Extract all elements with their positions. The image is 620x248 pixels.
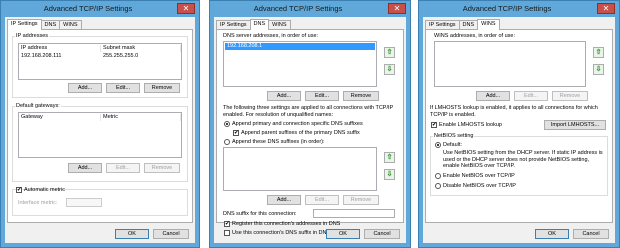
cancel-button[interactable]: Cancel [573, 229, 609, 239]
dns-suffix-label: DNS suffix for this connection: [223, 211, 297, 217]
gateway-list[interactable]: Gateway Metric [18, 112, 182, 158]
ip-remove-button[interactable]: Remove [144, 83, 180, 93]
column-subnet-mask[interactable]: Subnet mask [101, 45, 181, 52]
dialog-footer: OK Cancel [5, 227, 195, 241]
close-button[interactable]: ✕ [388, 3, 406, 14]
import-lmhosts-button[interactable]: Import LMHOSTS... [544, 120, 606, 130]
dns-suffix-list[interactable] [223, 147, 377, 191]
append-these-radio[interactable] [224, 139, 230, 145]
gateway-add-button[interactable]: Add... [68, 163, 102, 173]
dialog-footer: OK Cancel [214, 227, 406, 241]
move-down-icon[interactable]: ⇩ [384, 64, 395, 75]
dialog-dns: Advanced TCP/IP Settings ✕ IP Settings D… [209, 0, 411, 248]
tab-panel: DNS server addresses, in order of use: 1… [216, 29, 404, 236]
move-down-icon[interactable]: ⇩ [593, 64, 604, 75]
suffix-move-down-icon[interactable]: ⇩ [384, 169, 395, 180]
suffix-add-button[interactable]: Add... [267, 195, 301, 205]
netbios-default-label: Default: [443, 142, 462, 148]
suffix-edit-button[interactable]: Edit... [305, 195, 339, 205]
interface-metric-label: Interface metric: [18, 200, 58, 206]
suffix-remove-button[interactable]: Remove [343, 195, 379, 205]
append-these-label: Append these DNS suffixes (in order): [232, 139, 325, 145]
gateways-title: Default gateways: [15, 103, 61, 109]
wins-add-button[interactable]: Add... [476, 91, 510, 101]
lmhosts-info-text: If LMHOSTS lookup is enabled, it applies… [430, 105, 598, 118]
dns-server-list[interactable]: 192.168.208.1 [223, 41, 377, 87]
ok-button[interactable]: OK [535, 229, 569, 239]
gateway-remove-button[interactable]: Remove [144, 163, 180, 173]
tab-wins[interactable]: WINS [477, 19, 500, 30]
wins-remove-button[interactable]: Remove [552, 91, 588, 101]
tab-dns[interactable]: DNS [249, 19, 270, 30]
wins-edit-button[interactable]: Edit... [514, 91, 548, 101]
ok-button[interactable]: OK [115, 229, 149, 239]
tab-panel: WINS addresses, in order of use: ⇧ ⇩ Add… [425, 29, 613, 223]
cancel-button[interactable]: Cancel [364, 229, 400, 239]
append-parent-checkbox[interactable]: ✔ [233, 130, 239, 136]
title-bar[interactable]: Advanced TCP/IP Settings ✕ [1, 1, 199, 17]
subnet-mask-cell[interactable]: 255.255.255.0 [101, 53, 138, 60]
dns-info-text: The following three settings are applied… [223, 105, 394, 118]
netbios-enable-label: Enable NetBIOS over TCP/IP [443, 173, 515, 179]
wins-label: WINS addresses, in order of use: [434, 33, 516, 39]
dialog-client: IP Settings DNS WINS WINS addresses, in … [423, 17, 615, 243]
dns-suffix-input[interactable] [313, 209, 395, 218]
tab-ip-settings[interactable]: IP Settings [7, 19, 42, 30]
tab-panel: IP addresses IP address Subnet mask 192.… [7, 29, 193, 223]
column-metric[interactable]: Metric [101, 114, 181, 121]
enable-lmhosts-checkbox[interactable]: ✔ [431, 122, 437, 128]
close-button[interactable]: ✕ [597, 3, 615, 14]
dialog-client: IP Settings DNS WINS IP addresses IP add… [5, 17, 195, 243]
title-bar[interactable]: Advanced TCP/IP Settings ✕ [419, 1, 619, 17]
move-up-icon[interactable]: ⇧ [593, 47, 604, 58]
ip-address-list[interactable]: IP address Subnet mask 192.168.208.111 2… [18, 43, 182, 80]
column-ip-address[interactable]: IP address [19, 45, 101, 52]
netbios-default-description: Use NetBIOS setting from the DHCP server… [443, 150, 603, 169]
dialog-client: IP Settings DNS WINS DNS server addresse… [214, 17, 406, 243]
ip-add-button[interactable]: Add... [68, 83, 102, 93]
ip-edit-button[interactable]: Edit... [106, 83, 140, 93]
wins-address-list[interactable] [434, 41, 586, 87]
move-up-icon[interactable]: ⇧ [384, 47, 395, 58]
title-bar[interactable]: Advanced TCP/IP Settings ✕ [210, 1, 410, 17]
enable-lmhosts-label: Enable LMHOSTS lookup [439, 122, 502, 128]
gateway-edit-button[interactable]: Edit... [106, 163, 140, 173]
netbios-disable-radio[interactable] [435, 183, 441, 189]
ip-addresses-title: IP addresses [15, 33, 50, 39]
append-parent-label: Append parent suffixes of the primary DN… [241, 130, 360, 136]
netbios-default-radio[interactable] [435, 142, 441, 148]
automatic-metric-checkbox[interactable]: ✔ [16, 187, 22, 193]
column-gateway[interactable]: Gateway [19, 114, 101, 121]
dns-edit-button[interactable]: Edit... [305, 91, 339, 101]
dns-remove-button[interactable]: Remove [343, 91, 379, 101]
close-button[interactable]: ✕ [177, 3, 195, 14]
suffix-move-up-icon[interactable]: ⇧ [384, 152, 395, 163]
window-title: Advanced TCP/IP Settings [43, 4, 133, 13]
append-primary-radio[interactable] [224, 121, 230, 127]
cancel-button[interactable]: Cancel [153, 229, 189, 239]
netbios-enable-radio[interactable] [435, 173, 441, 179]
window-title: Advanced TCP/IP Settings [253, 4, 343, 13]
automatic-metric-label: Automatic metric [24, 187, 65, 193]
ip-address-cell[interactable]: 192.168.208.111 [19, 53, 61, 60]
dialog-ip-settings: Advanced TCP/IP Settings ✕ IP Settings D… [0, 0, 200, 248]
dns-servers-label: DNS server addresses, in order of use: [223, 33, 319, 39]
window-title: Advanced TCP/IP Settings [462, 4, 552, 13]
interface-metric-input[interactable] [66, 198, 102, 207]
dns-server-item[interactable]: 192.168.208.1 [225, 43, 375, 50]
netbios-title: NetBIOS setting [433, 133, 475, 139]
dns-add-button[interactable]: Add... [267, 91, 301, 101]
append-primary-label: Append primary and connection specific D… [232, 121, 363, 127]
dialog-wins: Advanced TCP/IP Settings ✕ IP Settings D… [418, 0, 620, 248]
ok-button[interactable]: OK [326, 229, 360, 239]
dialog-footer: OK Cancel [423, 227, 615, 241]
netbios-disable-label: Disable NetBIOS over TCP/IP [443, 183, 516, 189]
